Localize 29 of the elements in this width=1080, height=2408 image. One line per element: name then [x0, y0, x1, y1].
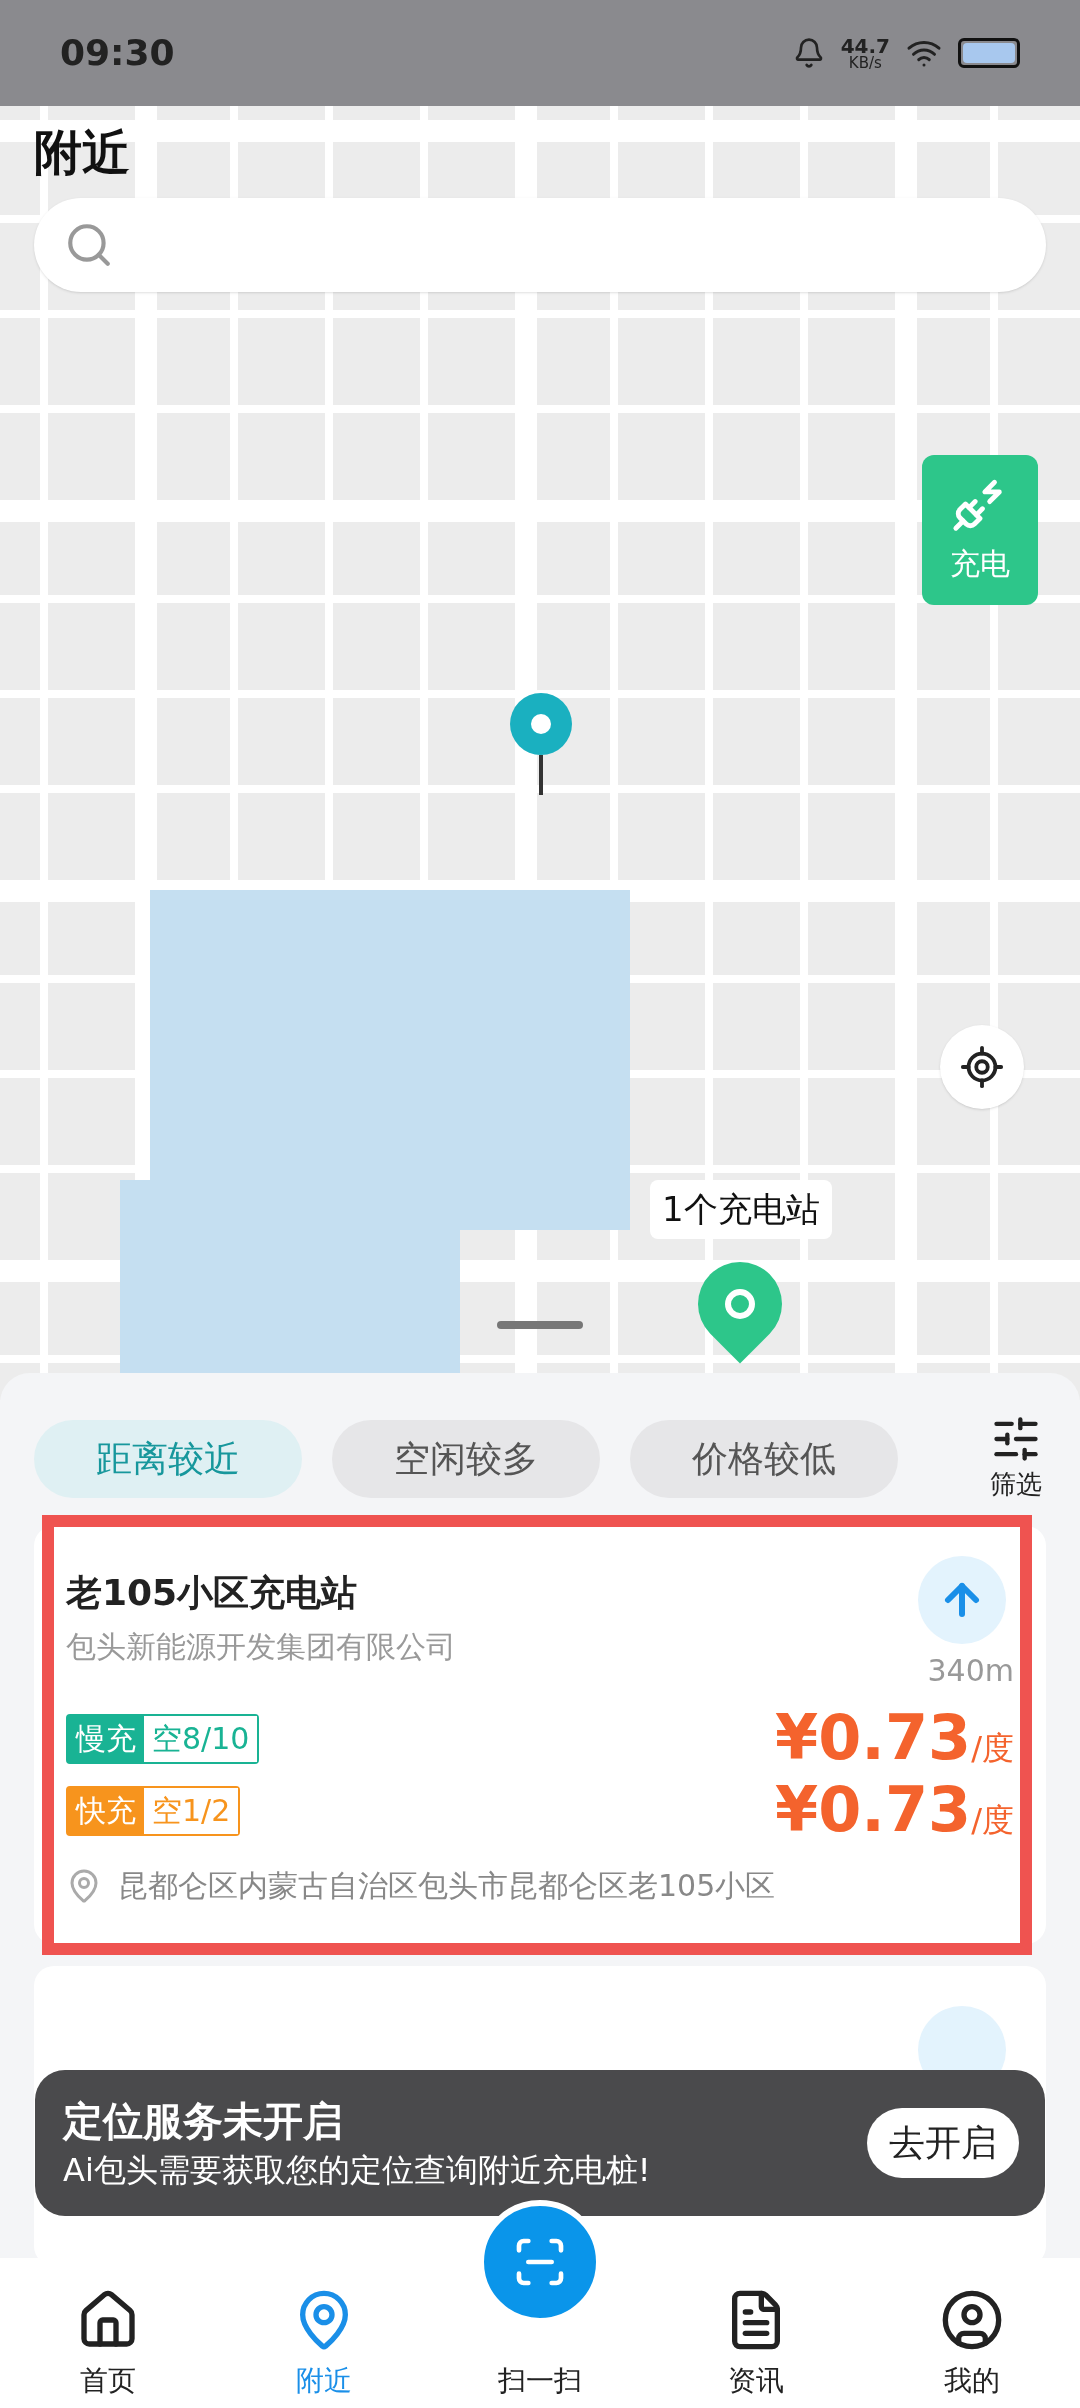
- charger-type: 快充: [68, 1788, 144, 1834]
- user-icon: [940, 2288, 1004, 2352]
- sort-tab[interactable]: 价格较低: [630, 1419, 898, 1498]
- nav-tab[interactable]: 资讯: [648, 2258, 864, 2408]
- nav-tab[interactable]: 首页: [0, 2258, 216, 2408]
- price-unit: /度: [971, 1800, 1014, 1841]
- price-unit: /度: [971, 1728, 1014, 1769]
- price: ¥0.73: [775, 1706, 972, 1769]
- charger-type: 慢充: [68, 1716, 144, 1762]
- enable-button[interactable]: 去开启: [867, 2108, 1019, 2178]
- filter-button[interactable]: 筛选: [990, 1413, 1046, 1504]
- station-name: 老105小区充电站: [66, 1571, 359, 1615]
- toast-message: Ai包头需要获取您的定位查询附近充电桩!: [63, 2150, 651, 2190]
- company-name: 包头新能源开发集团有限公司: [66, 1628, 456, 1666]
- locate-icon: [959, 1044, 1005, 1090]
- station-count-bubble: 1个充电站: [650, 1180, 832, 1239]
- page-title: 附近: [33, 123, 131, 182]
- speed-value: 44.7: [840, 35, 890, 56]
- battery-icon: [958, 38, 1020, 68]
- clock: 09:30: [60, 31, 175, 75]
- toast-title: 定位服务未开启: [63, 2097, 344, 2146]
- location-pin-icon: [508, 693, 574, 797]
- nav-tab[interactable]: 我的: [864, 2258, 1080, 2408]
- address: 昆都仑区内蒙古自治区包头市昆都仑区老105小区: [118, 1867, 776, 1905]
- station-card[interactable]: 老105小区充电站 包头新能源开发集团有限公司 340m 慢充 空8/10 ¥0.73/度 快充 空1/2 ¥0.73/度 昆都仑区内蒙古自治区包头市昆都仑区老105小区: [34, 1526, 1046, 1944]
- price: ¥0.73: [775, 1778, 972, 1841]
- speed-unit: KB/s: [848, 55, 882, 71]
- sort-tab[interactable]: 空闲较多: [332, 1419, 600, 1498]
- distance: 340m: [927, 1652, 1014, 1690]
